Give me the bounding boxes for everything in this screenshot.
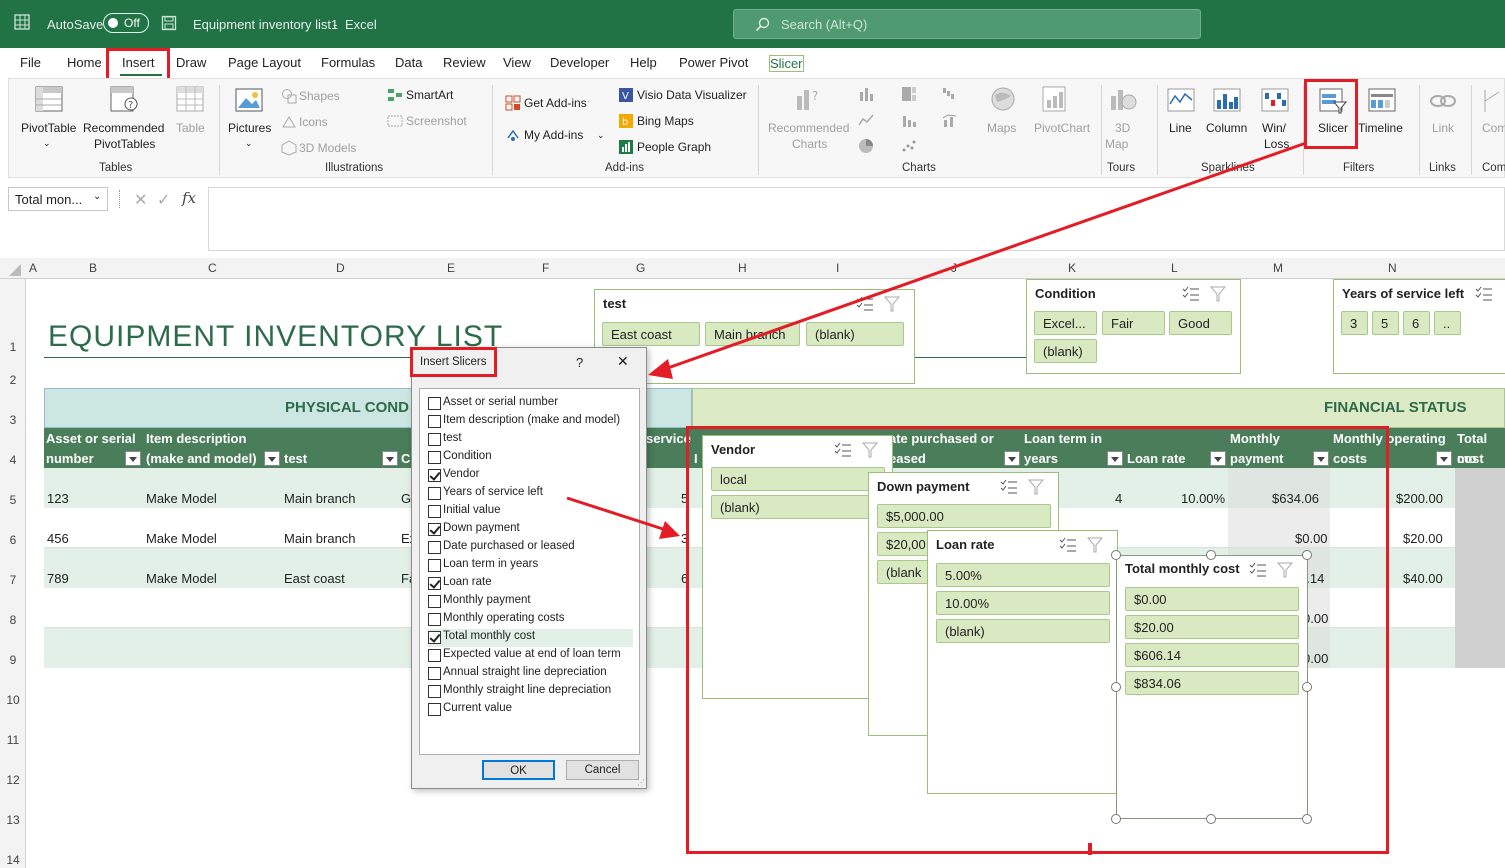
arrow-slicer-to-dialog [661,141,1307,372]
arrowhead [659,521,680,539]
annotation-arrows [566,141,1307,539]
arrowhead [648,359,673,379]
arrow-dialog-to-slicers [566,496,667,532]
